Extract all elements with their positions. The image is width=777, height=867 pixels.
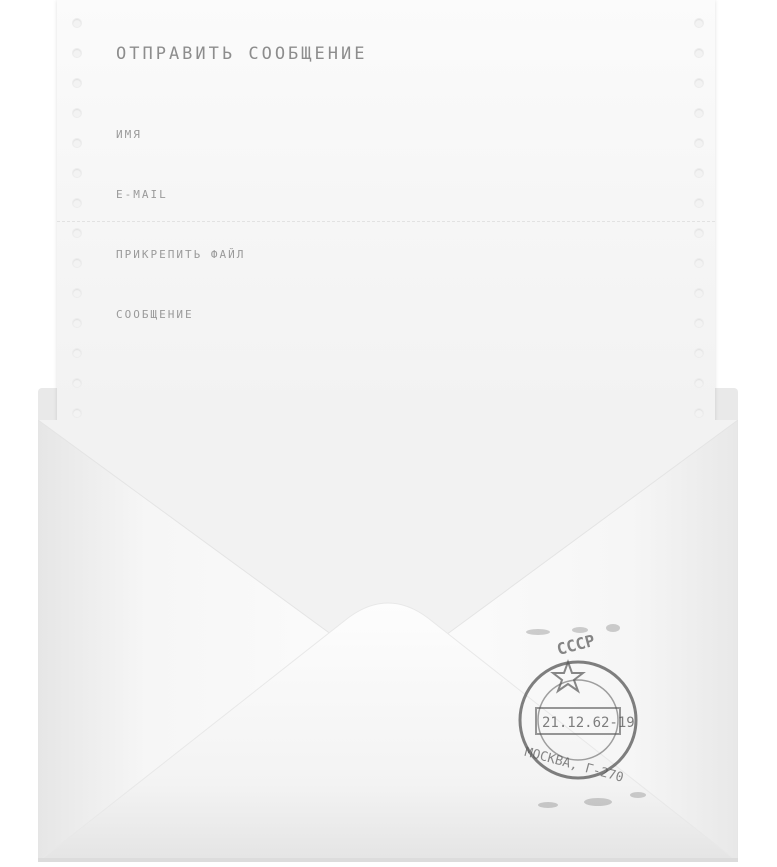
perforation-hole [72,138,82,148]
envelope-front: 21.12.62-19 СССР МОСКВА, Г-270 [38,420,738,862]
perforation-hole [72,378,82,388]
envelope-front-art [38,420,738,862]
name-field-row: имя [116,120,656,150]
perforation-hole [694,378,704,388]
letter-sheet: Отправить сообщение имя e-mail прикрепит… [57,0,715,470]
tear-line [57,221,715,222]
perforation-hole [72,48,82,58]
perforation-left [65,0,87,470]
perforation-hole [72,288,82,298]
perforation-right [687,0,709,470]
perforation-hole [72,318,82,328]
perforation-hole [72,228,82,238]
perforation-hole [694,228,704,238]
perforation-hole [694,288,704,298]
perforation-hole [72,108,82,118]
perforation-hole [72,168,82,178]
contact-form-envelope: Отправить сообщение имя e-mail прикрепит… [0,0,777,867]
perforation-hole [694,18,704,28]
email-field-row: e-mail [116,180,656,210]
perforation-hole [694,258,704,268]
perforation-hole [694,48,704,58]
perforation-hole [72,18,82,28]
attach-file-label[interactable]: прикрепить файл [116,248,245,261]
perforation-hole [72,198,82,208]
envelope-bottom-edge [38,858,738,862]
name-label: имя [116,127,142,141]
message-field-row: сообщение [116,300,656,328]
email-input[interactable] [236,180,656,210]
attach-file-row[interactable]: прикрепить файл [116,240,656,268]
perforation-hole [72,348,82,358]
perforation-hole [694,138,704,148]
perforation-hole [694,348,704,358]
perforation-hole [694,408,704,418]
perforation-hole [72,408,82,418]
perforation-hole [694,198,704,208]
perforation-hole [72,258,82,268]
email-label: e-mail [116,187,168,201]
message-label: сообщение [116,307,194,321]
form-title: Отправить сообщение [116,44,368,64]
perforation-hole [694,168,704,178]
perforation-hole [694,318,704,328]
perforation-hole [694,108,704,118]
perforation-hole [72,78,82,88]
name-input[interactable] [236,120,656,150]
perforation-hole [694,78,704,88]
